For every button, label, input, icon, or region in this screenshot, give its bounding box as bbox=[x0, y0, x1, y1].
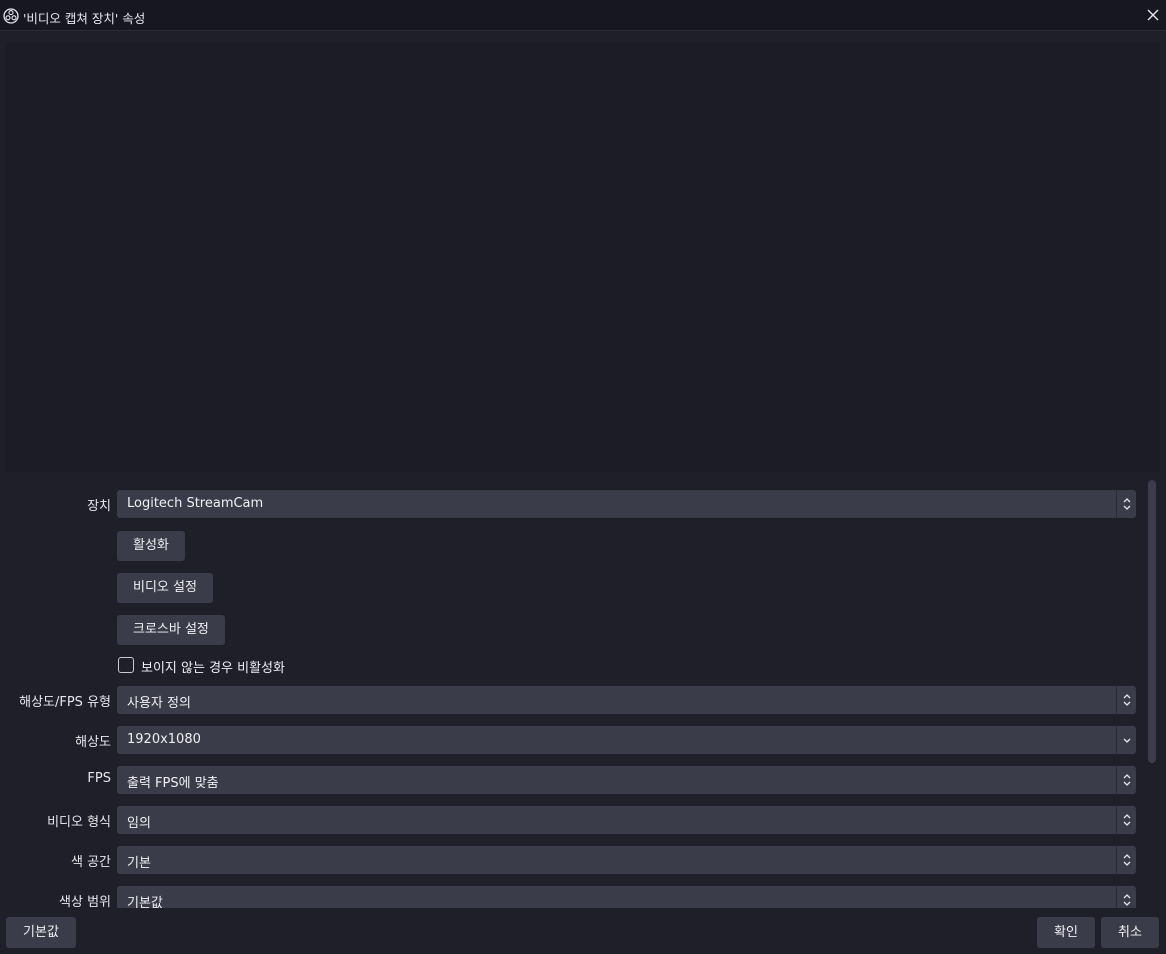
deactivate-when-hidden-checkbox[interactable] bbox=[118, 657, 134, 673]
properties-panel: 장치 Logitech StreamCam 활성화 비디오 설정 크로스바 설정… bbox=[0, 480, 1166, 908]
device-value: Logitech StreamCam bbox=[127, 496, 264, 511]
video-format-label: 비디오 형식 bbox=[47, 815, 111, 830]
fps-select[interactable]: 출력 FPS에 맞춤 bbox=[117, 766, 1136, 794]
device-select[interactable]: Logitech StreamCam bbox=[117, 490, 1136, 518]
color-space-select[interactable]: 기본 bbox=[117, 846, 1136, 874]
color-space-value: 기본 bbox=[127, 856, 151, 871]
fps-value: 출력 FPS에 맞춤 bbox=[127, 776, 219, 791]
fps-label: FPS bbox=[87, 771, 111, 786]
window-title: '비디오 캡쳐 장치' 속성 bbox=[23, 11, 146, 26]
updown-arrow-icon bbox=[1116, 490, 1136, 518]
resolution-value: 1920x1080 bbox=[127, 732, 201, 747]
cancel-button[interactable]: 취소 bbox=[1101, 917, 1159, 948]
color-range-value: 기본값 bbox=[127, 896, 163, 908]
defaults-button[interactable]: 기본값 bbox=[6, 917, 76, 948]
updown-arrow-icon bbox=[1116, 686, 1136, 714]
deactivate-when-hidden-label: 보이지 않는 경우 비활성화 bbox=[141, 661, 285, 676]
obs-logo-icon bbox=[3, 8, 19, 24]
video-settings-button[interactable]: 비디오 설정 bbox=[117, 573, 213, 603]
res-fps-type-value: 사용자 정의 bbox=[127, 696, 191, 711]
title-bar: '비디오 캡쳐 장치' 속성 bbox=[0, 0, 1166, 31]
crossbar-settings-button[interactable]: 크로스바 설정 bbox=[117, 615, 225, 645]
res-fps-type-label: 해상도/FPS 유형 bbox=[19, 695, 111, 710]
ok-button[interactable]: 확인 bbox=[1037, 917, 1095, 948]
color-range-select[interactable]: 기본값 bbox=[117, 886, 1136, 908]
video-format-select[interactable]: 임의 bbox=[117, 806, 1136, 834]
close-icon[interactable] bbox=[1144, 6, 1162, 24]
chevron-down-icon[interactable] bbox=[1116, 726, 1136, 754]
source-preview bbox=[6, 42, 1160, 472]
properties-scrollbar[interactable] bbox=[1146, 480, 1158, 908]
updown-arrow-icon bbox=[1116, 766, 1136, 794]
updown-arrow-icon bbox=[1116, 806, 1136, 834]
resolution-label: 해상도 bbox=[75, 735, 111, 750]
properties-dialog: '비디오 캡쳐 장치' 속성 장치 Logitech StreamCam 활성화… bbox=[0, 0, 1166, 954]
updown-arrow-icon bbox=[1116, 846, 1136, 874]
scrollbar-thumb[interactable] bbox=[1148, 480, 1156, 763]
color-space-label: 색 공간 bbox=[70, 855, 111, 870]
res-fps-type-select[interactable]: 사용자 정의 bbox=[117, 686, 1136, 714]
updown-arrow-icon bbox=[1116, 886, 1136, 908]
activate-button[interactable]: 활성화 bbox=[117, 531, 185, 561]
resolution-combobox[interactable]: 1920x1080 bbox=[117, 726, 1136, 754]
color-range-label: 색상 범위 bbox=[59, 895, 111, 908]
device-label: 장치 bbox=[87, 499, 111, 514]
video-format-value: 임의 bbox=[127, 816, 151, 831]
